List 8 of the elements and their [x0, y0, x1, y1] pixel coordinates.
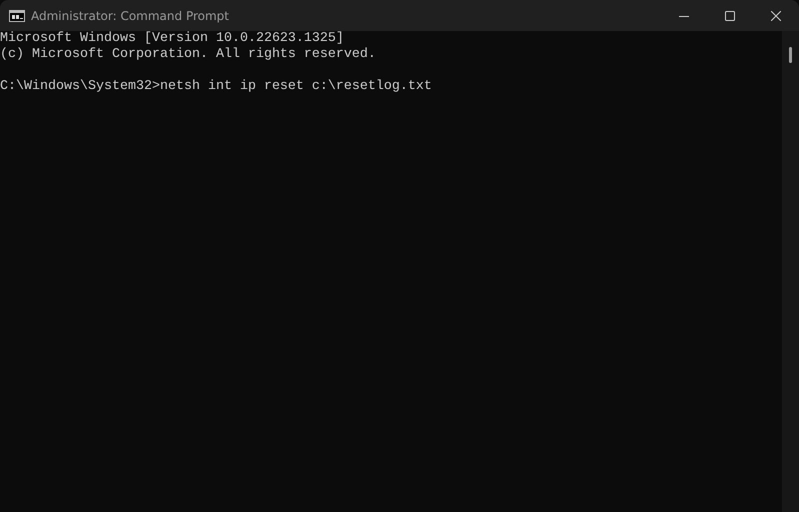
- close-icon: [771, 10, 781, 20]
- window-title: Administrator: Command Prompt: [31, 8, 229, 22]
- scrollbar-thumb[interactable]: [789, 47, 792, 63]
- command-line: C:\Windows\System32>netsh int ip reset c:\resetlog.txt: [0, 79, 433, 95]
- maximize-icon: [725, 10, 735, 20]
- terminal-icon: [9, 10, 25, 22]
- console-output-line: (c) Microsoft Corporation. All rights reserved.: [0, 47, 377, 63]
- console-output-line: Microsoft Windows [Version 10.0.22623.1325]: [0, 31, 345, 47]
